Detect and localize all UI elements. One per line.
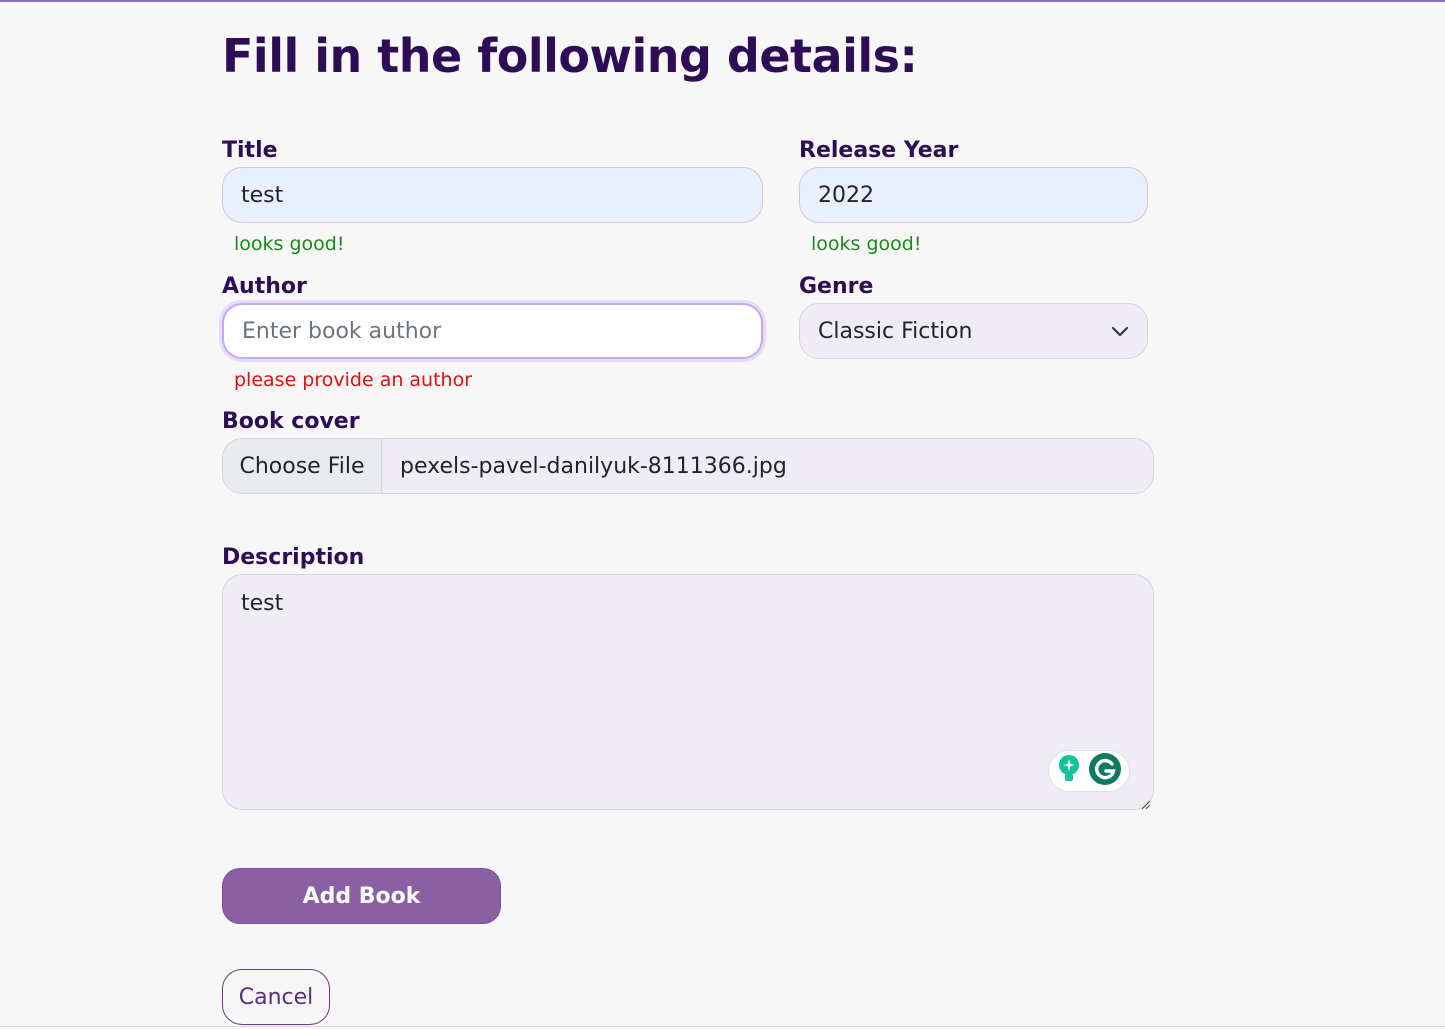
release-year-input[interactable]: [799, 167, 1148, 223]
title-input[interactable]: [222, 167, 763, 223]
author-input[interactable]: [222, 303, 763, 359]
genre-selected-value: Classic Fiction: [818, 318, 973, 344]
bottom-divider: [0, 1026, 1445, 1027]
grammarly-logo-icon[interactable]: [1088, 752, 1122, 790]
release-year-valid-feedback: looks good!: [811, 233, 922, 255]
chevron-down-icon: [1111, 325, 1129, 337]
book-cover-file-input[interactable]: Choose File pexels-pavel-danilyuk-811136…: [222, 438, 1154, 494]
page-title: Fill in the following details:: [222, 29, 918, 83]
resize-handle-icon[interactable]: [1139, 795, 1151, 810]
description-text: test: [241, 591, 284, 616]
genre-label: Genre: [799, 274, 874, 299]
genre-select[interactable]: Classic Fiction: [799, 303, 1148, 359]
author-invalid-feedback: please provide an author: [234, 369, 473, 391]
title-label: Title: [222, 138, 278, 163]
selected-file-name: pexels-pavel-danilyuk-8111366.jpg: [400, 453, 787, 479]
choose-file-button[interactable]: Choose File: [223, 439, 382, 493]
lightbulb-icon[interactable]: [1056, 754, 1082, 788]
cancel-button[interactable]: Cancel: [222, 969, 330, 1025]
grammarly-widget[interactable]: [1048, 750, 1130, 792]
author-label: Author: [222, 274, 307, 299]
book-cover-label: Book cover: [222, 409, 360, 434]
add-book-button[interactable]: Add Book: [222, 868, 501, 924]
description-label: Description: [222, 545, 365, 570]
title-valid-feedback: looks good!: [234, 233, 345, 255]
description-textarea[interactable]: test: [222, 574, 1154, 810]
top-border: [0, 0, 1445, 2]
release-year-label: Release Year: [799, 138, 959, 163]
